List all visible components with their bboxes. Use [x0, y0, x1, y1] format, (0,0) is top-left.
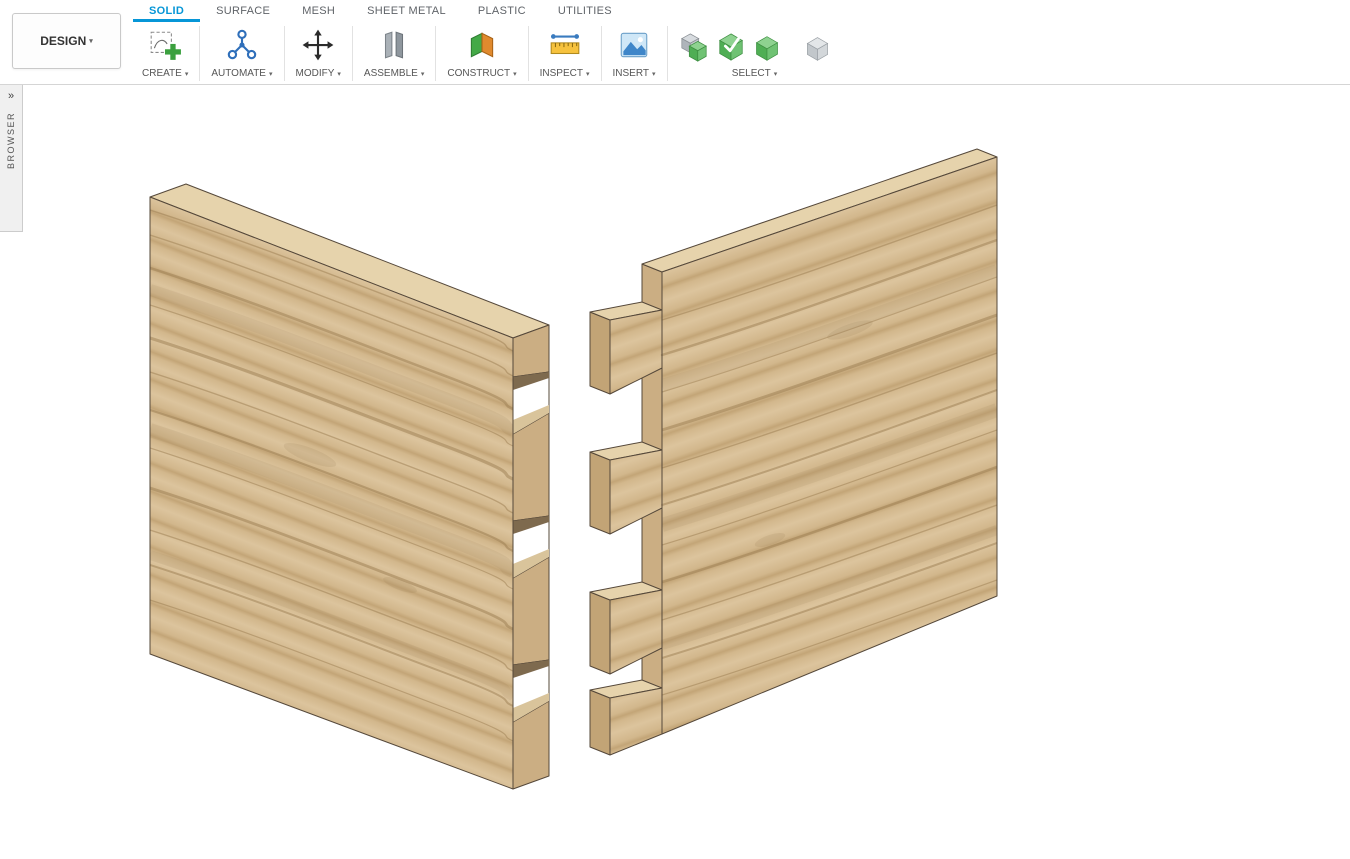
workspace-label: DESIGN — [40, 34, 86, 48]
toolbar-separator — [435, 26, 436, 81]
modify-dropdown[interactable]: MODIFY▾ — [296, 64, 341, 82]
tab-surface[interactable]: SURFACE — [200, 0, 286, 22]
select-cube-plain-icon[interactable] — [804, 35, 831, 62]
expand-panel-icon[interactable]: » — [8, 85, 14, 112]
inspect-dropdown[interactable]: INSPECT▾ — [540, 64, 590, 82]
caret-down-icon: ▾ — [337, 71, 341, 78]
model-canvas[interactable] — [0, 85, 1350, 859]
workspace-switcher[interactable]: DESIGN ▾ — [12, 13, 121, 69]
toolbar-group-modify: MODIFY▾ — [287, 24, 350, 82]
caret-down-icon: ▾ — [586, 71, 590, 78]
browser-panel-label: BROWSER — [6, 112, 16, 169]
caret-down-icon: ▾ — [513, 71, 517, 78]
assemble-dropdown[interactable]: ASSEMBLE▾ — [364, 64, 424, 82]
toolbar-groups: CREATE▾ AUTOMATE▾ — [133, 24, 840, 82]
caret-down-icon: ▾ — [269, 71, 273, 78]
toolbar-group-inspect: INSPECT▾ — [531, 24, 599, 82]
toolbar-separator — [199, 26, 200, 81]
toolbar-group-construct: CONSTRUCT▾ — [438, 24, 525, 82]
tab-solid[interactable]: SOLID — [133, 0, 200, 22]
select-cube-icon[interactable] — [753, 34, 781, 62]
caret-down-icon: ▾ — [421, 71, 425, 78]
construct-planes-icon[interactable] — [465, 24, 499, 62]
caret-down-icon: ▾ — [774, 71, 778, 78]
tab-mesh[interactable]: MESH — [286, 0, 351, 22]
window-select-icon[interactable] — [679, 32, 709, 62]
toolbar-separator — [284, 26, 285, 81]
browser-panel-collapsed[interactable]: » BROWSER — [0, 85, 23, 232]
create-sketch-icon[interactable] — [148, 24, 182, 62]
toolbar-group-automate: AUTOMATE▾ — [202, 24, 281, 82]
toolbar-separator — [601, 26, 602, 81]
left-board[interactable] — [150, 184, 549, 789]
main-toolbar: DESIGN ▾ SOLID SURFACE MESH SHEET METAL … — [0, 0, 1350, 85]
right-board[interactable] — [590, 149, 997, 755]
insert-image-icon[interactable] — [617, 24, 651, 62]
toolbar-separator — [667, 26, 668, 81]
dovetail-joint-model[interactable] — [0, 85, 1350, 859]
toolbar-tabs: SOLID SURFACE MESH SHEET METAL PLASTIC U… — [133, 0, 628, 22]
toolbar-group-create: CREATE▾ — [133, 24, 197, 82]
construct-dropdown[interactable]: CONSTRUCT▾ — [447, 64, 516, 82]
tab-plastic[interactable]: PLASTIC — [462, 0, 542, 22]
toolbar-group-assemble: ASSEMBLE▾ — [355, 24, 433, 82]
caret-down-icon: ▾ — [185, 71, 189, 78]
tab-utilities[interactable]: UTILITIES — [542, 0, 628, 22]
toolbar-group-select: SELECT▾ — [670, 24, 840, 82]
create-dropdown[interactable]: CREATE▾ — [142, 64, 188, 82]
assemble-icon[interactable] — [377, 24, 411, 62]
caret-down-icon: ▾ — [652, 71, 656, 78]
move-arrows-icon[interactable] — [301, 24, 335, 62]
toolbar-separator — [528, 26, 529, 81]
select-dropdown[interactable]: SELECT▾ — [732, 64, 777, 82]
automate-dropdown[interactable]: AUTOMATE▾ — [211, 64, 272, 82]
select-cube-checked-icon[interactable] — [716, 32, 746, 62]
insert-dropdown[interactable]: INSERT▾ — [613, 64, 656, 82]
tab-sheet-metal[interactable]: SHEET METAL — [351, 0, 462, 22]
automate-icon[interactable] — [225, 24, 259, 62]
measure-icon[interactable] — [548, 24, 582, 62]
caret-down-icon: ▾ — [89, 37, 93, 45]
toolbar-group-insert: INSERT▾ — [604, 24, 665, 82]
toolbar-separator — [352, 26, 353, 81]
